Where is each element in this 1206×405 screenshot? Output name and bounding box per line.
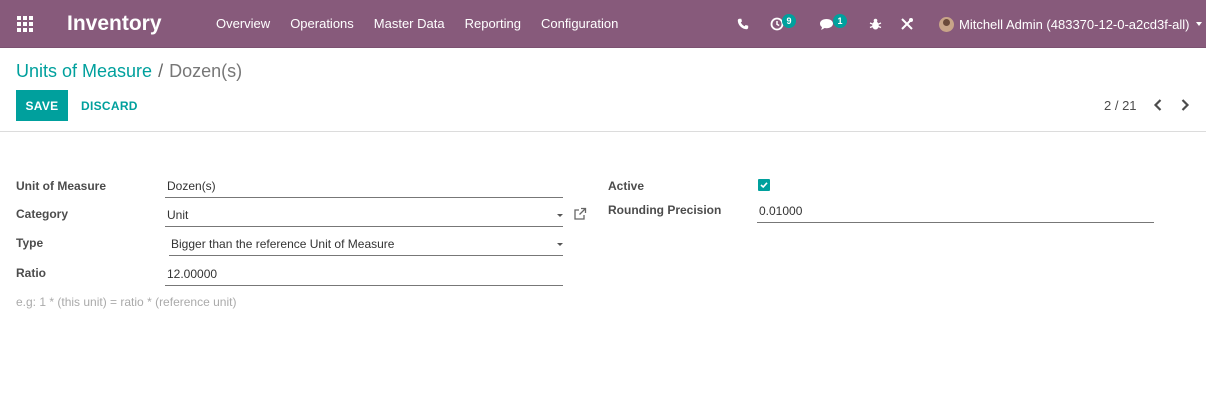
- save-button[interactable]: SAVE: [16, 90, 68, 121]
- pager-next-icon[interactable]: [1178, 96, 1192, 114]
- apps-icon[interactable]: [17, 16, 33, 32]
- pager-value[interactable]: 2 / 21: [1104, 98, 1137, 113]
- category-label: Category: [16, 207, 69, 221]
- breadcrumb-current: Dozen(s): [169, 61, 243, 81]
- uom-label: Unit of Measure: [16, 179, 107, 193]
- chevron-down-icon: [1195, 22, 1202, 26]
- external-link-icon[interactable]: [573, 207, 587, 221]
- type-value: Bigger than the reference Unit of Measur…: [171, 237, 395, 251]
- category-value: Unit: [167, 208, 189, 222]
- pager-previous-icon[interactable]: [1151, 96, 1165, 114]
- control-panel-divider: [0, 131, 1206, 132]
- breadcrumb-parent[interactable]: Units of Measure: [16, 61, 152, 81]
- activities-badge: 9: [782, 14, 796, 28]
- rounding-precision-input[interactable]: [759, 201, 1154, 221]
- uom-input[interactable]: [167, 176, 563, 196]
- active-checkbox[interactable]: [758, 179, 770, 191]
- active-label: Active: [608, 179, 645, 193]
- ratio-input[interactable]: [167, 264, 563, 284]
- type-label: Type: [16, 236, 44, 250]
- breadcrumb-separator: /: [158, 61, 164, 81]
- rounding-precision-field[interactable]: [757, 201, 1154, 223]
- category-select[interactable]: Unit: [165, 205, 563, 227]
- avatar: [939, 16, 954, 32]
- ratio-field[interactable]: [165, 264, 563, 286]
- user-menu[interactable]: Mitchell Admin (483370-12-0-a2cd3f-all): [939, 14, 1202, 34]
- app-title[interactable]: Inventory: [67, 12, 162, 36]
- phone-icon[interactable]: [733, 14, 753, 34]
- messages-badge: 1: [833, 14, 847, 28]
- ratio-help-text: e.g: 1 * (this unit) = ratio * (referenc…: [16, 295, 237, 309]
- rounding-precision-label: Rounding Precision: [608, 203, 722, 217]
- chevron-down-icon: [557, 243, 563, 246]
- chevron-down-icon: [557, 214, 563, 217]
- menu-master-data[interactable]: Master Data: [364, 0, 455, 48]
- discard-button[interactable]: DISCARD: [75, 90, 144, 121]
- ratio-label: Ratio: [16, 266, 46, 280]
- tools-icon[interactable]: [897, 14, 917, 34]
- uom-field[interactable]: [165, 176, 563, 198]
- menu-operations[interactable]: Operations: [280, 0, 364, 48]
- menu-configuration[interactable]: Configuration: [531, 0, 628, 48]
- user-name: Mitchell Admin (483370-12-0-a2cd3f-all): [959, 16, 1190, 32]
- top-navbar: Inventory Overview Operations Master Dat…: [0, 0, 1206, 48]
- menu-reporting[interactable]: Reporting: [455, 0, 531, 48]
- bug-icon[interactable]: [865, 14, 885, 34]
- main-menu: Overview Operations Master Data Reportin…: [206, 0, 628, 48]
- type-select[interactable]: Bigger than the reference Unit of Measur…: [169, 234, 563, 256]
- breadcrumb: Units of Measure / Dozen(s): [16, 61, 242, 82]
- menu-overview[interactable]: Overview: [206, 0, 280, 48]
